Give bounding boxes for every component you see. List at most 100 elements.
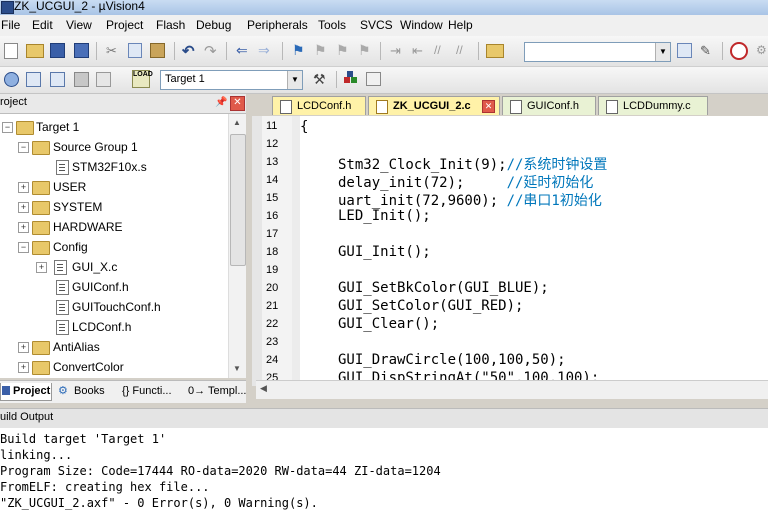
tab-lcdconf-h[interactable]: LCDConf.h bbox=[272, 96, 366, 115]
scroll-up-icon[interactable]: ▲ bbox=[233, 118, 241, 127]
debug-session-icon[interactable] bbox=[730, 42, 748, 60]
tree-item-folder[interactable]: + SYSTEM bbox=[0, 198, 228, 217]
tree-item-folder[interactable]: − Source Group 1 bbox=[0, 138, 228, 157]
more-icon[interactable]: ⚙ bbox=[756, 43, 768, 59]
uncomment-icon[interactable]: // bbox=[456, 43, 472, 59]
tree-item-file[interactable]: GUIConf.h bbox=[0, 278, 228, 297]
expand-icon[interactable]: + bbox=[18, 222, 29, 233]
tree-item-file[interactable]: STM32F10x.s bbox=[0, 158, 228, 177]
collapse-icon[interactable]: − bbox=[18, 242, 29, 253]
collapse-icon[interactable]: − bbox=[2, 122, 13, 133]
new-file-icon[interactable] bbox=[4, 43, 18, 59]
expand-icon[interactable]: + bbox=[18, 182, 29, 193]
undo-icon[interactable]: ↶ bbox=[182, 42, 198, 60]
close-icon[interactable]: ✕ bbox=[482, 100, 495, 113]
indent-icon[interactable]: ⇥ bbox=[390, 43, 406, 59]
select-packs-icon[interactable] bbox=[366, 72, 381, 86]
menu-svcs[interactable]: SVCS bbox=[360, 18, 393, 32]
tab-lcddummy-c[interactable]: LCDDummy.c bbox=[598, 96, 708, 115]
tree-item-folder[interactable]: + HARDWARE bbox=[0, 218, 228, 237]
editor-horizontal-scrollbar[interactable]: ◀ bbox=[256, 380, 768, 399]
tree-item-folder[interactable]: + ConvertColor bbox=[0, 358, 228, 377]
toolbar-separator bbox=[722, 42, 723, 60]
unindent-icon[interactable]: ⇤ bbox=[412, 43, 428, 59]
expand-icon[interactable]: + bbox=[18, 202, 29, 213]
rebuild-icon[interactable] bbox=[50, 72, 65, 87]
cut-icon[interactable]: ✂ bbox=[106, 43, 122, 59]
pin-icon[interactable]: 📌 bbox=[215, 97, 227, 108]
toolbar-separator bbox=[380, 42, 381, 60]
code-editor[interactable]: 11 { 12 13 Stm32_Clock_Init(9);//系统时钟设置 … bbox=[262, 116, 768, 386]
tree-item-file[interactable]: GUITouchConf.h bbox=[0, 298, 228, 317]
find-in-files-icon[interactable] bbox=[486, 44, 504, 58]
target-options-icon[interactable]: ⚒ bbox=[313, 71, 329, 87]
redo-icon[interactable]: ↷ bbox=[204, 42, 220, 60]
menu-flash[interactable]: Flash bbox=[156, 18, 185, 32]
folder-icon bbox=[32, 341, 50, 355]
tab-project[interactable]: Project bbox=[0, 383, 52, 401]
tree-item-target[interactable]: − Target 1 bbox=[0, 118, 228, 137]
paste-icon[interactable] bbox=[150, 43, 165, 58]
title-bar: ZK_UCGUI_2 - µVision4 bbox=[0, 0, 768, 15]
copy-icon[interactable] bbox=[128, 43, 142, 58]
find-icon[interactable] bbox=[677, 43, 692, 58]
menu-file[interactable]: File bbox=[1, 18, 20, 32]
download-icon[interactable]: LOAD bbox=[132, 70, 153, 88]
prev-bookmark-icon[interactable]: ⚑ bbox=[314, 42, 330, 58]
tab-templates[interactable]: 0→ Templ... bbox=[186, 383, 247, 400]
collapse-icon[interactable]: − bbox=[18, 142, 29, 153]
expand-icon[interactable]: + bbox=[18, 362, 29, 373]
close-icon[interactable]: ✕ bbox=[230, 96, 245, 111]
tree-item-file[interactable]: + GUI_X.c bbox=[0, 258, 228, 277]
scroll-down-icon[interactable]: ▼ bbox=[233, 364, 241, 373]
open-folder-icon[interactable] bbox=[26, 44, 44, 58]
target-select[interactable]: Target 1 ▼ bbox=[160, 70, 303, 90]
tab-functions[interactable]: {} Functi... bbox=[118, 383, 182, 400]
build-output-line: "ZK_UCGUI_2.axf" - 0 Error(s), 0 Warning… bbox=[0, 496, 318, 510]
tab-guiconf-h[interactable]: GUIConf.h bbox=[502, 96, 596, 115]
tree-item-folder[interactable]: + USER bbox=[0, 178, 228, 197]
save-all-icon[interactable] bbox=[74, 43, 89, 58]
menu-edit[interactable]: Edit bbox=[32, 18, 53, 32]
tree-item-file[interactable]: LCDConf.h bbox=[0, 318, 228, 337]
translate-icon[interactable] bbox=[4, 72, 19, 87]
save-icon[interactable] bbox=[50, 43, 65, 58]
tools-icon[interactable]: ✎ bbox=[700, 43, 716, 59]
project-tree-scrollbar[interactable]: ▲ ▼ bbox=[228, 114, 246, 378]
file-icon bbox=[280, 100, 292, 114]
manage-components-icon[interactable] bbox=[344, 71, 358, 85]
menu-debug[interactable]: Debug bbox=[196, 18, 231, 32]
scrollbar-thumb[interactable] bbox=[230, 134, 246, 266]
navigate-back-icon[interactable]: ⇐ bbox=[236, 42, 252, 58]
chevron-down-icon[interactable]: ▼ bbox=[655, 43, 670, 61]
menu-window[interactable]: Window bbox=[400, 18, 443, 32]
chevron-down-icon[interactable]: ▼ bbox=[287, 71, 302, 89]
tree-item-folder[interactable]: − Config bbox=[0, 238, 228, 257]
batch-build-icon[interactable] bbox=[74, 72, 89, 87]
comment-icon[interactable]: // bbox=[434, 43, 450, 59]
expand-icon[interactable]: + bbox=[18, 342, 29, 353]
tree-item-folder[interactable]: + AntiAlias bbox=[0, 338, 228, 357]
menu-help[interactable]: Help bbox=[448, 18, 473, 32]
scroll-left-icon[interactable]: ◀ bbox=[260, 383, 267, 394]
clear-bookmarks-icon[interactable]: ⚑ bbox=[358, 42, 374, 58]
tab-zk-ucgui-2-c[interactable]: ZK_UCGUI_2.c ✕ bbox=[368, 96, 500, 115]
find-combo[interactable]: ▼ bbox=[524, 42, 671, 62]
menu-project[interactable]: Project bbox=[106, 18, 143, 32]
stop-build-icon[interactable] bbox=[96, 72, 111, 87]
code-line: GUI_SetColor(GUI_RED); bbox=[338, 298, 524, 314]
code-line: Stm32_Clock_Init(9);//系统时钟设置 bbox=[338, 157, 608, 173]
menu-tools[interactable]: Tools bbox=[318, 18, 346, 32]
tab-books[interactable]: ⚙ Books bbox=[56, 383, 114, 400]
build-output-panel[interactable]: Build target 'Target 1' linking... Progr… bbox=[0, 428, 768, 529]
code-line: delay_init(72); //延时初始化 bbox=[338, 175, 594, 191]
navigate-forward-icon[interactable]: ⇒ bbox=[258, 42, 274, 58]
menu-peripherals[interactable]: Peripherals bbox=[247, 18, 308, 32]
bookmark-icon[interactable]: ⚑ bbox=[292, 42, 308, 58]
next-bookmark-icon[interactable]: ⚑ bbox=[336, 42, 352, 58]
file-icon bbox=[56, 300, 69, 315]
menu-view[interactable]: View bbox=[66, 18, 92, 32]
code-line: GUI_Init(); bbox=[338, 244, 431, 260]
build-icon[interactable] bbox=[26, 72, 41, 87]
expand-icon[interactable]: + bbox=[36, 262, 47, 273]
